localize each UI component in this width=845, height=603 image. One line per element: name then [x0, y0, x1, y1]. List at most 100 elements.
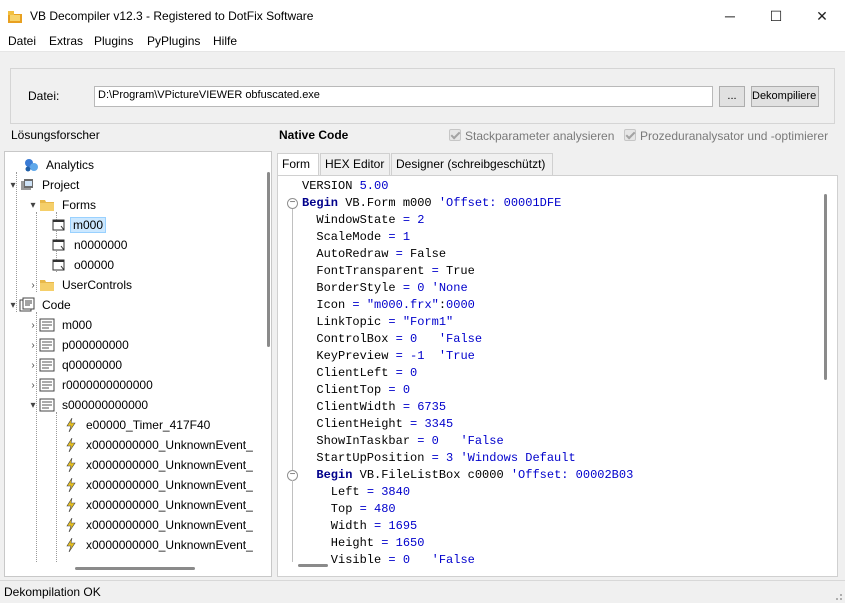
code-line: ControlBox = 0 'False [302, 332, 483, 346]
tree-item-label: s000000000000 [62, 398, 149, 412]
tree-item-form-o00000[interactable]: o00000 [51, 255, 118, 275]
chevron-right-icon[interactable]: › [27, 380, 39, 391]
chevron-down-icon[interactable]: ▾ [27, 400, 39, 411]
proc-analyzer-checkbox[interactable] [624, 129, 636, 141]
code-line: BorderStyle = 0 'None [302, 281, 468, 295]
code-gutter [278, 176, 300, 561]
tree-item-form-n0000000[interactable]: n0000000 [51, 235, 131, 255]
native-code-heading: Native Code [279, 128, 349, 142]
close-button[interactable]: ✕ [799, 0, 845, 32]
menu-pyplugins[interactable]: PyPlugins [147, 34, 200, 48]
file-label: Datei: [28, 89, 60, 103]
tree-item-module-r0000000000000[interactable]: › r0000000000000 [27, 375, 157, 395]
tree-item-event[interactable]: x0000000000_UnknownEvent_ [63, 475, 257, 495]
code-line: Begin VB.Form m000 'Offset: 00001DFE [302, 196, 562, 210]
tree-item-event[interactable]: x0000000000_UnknownEvent_ [63, 435, 257, 455]
menu-plugins[interactable]: Plugins [94, 34, 133, 48]
file-path-field[interactable]: D:\Program\VPictureVIEWER obfuscated.exe [94, 86, 713, 107]
tree-item-label: x0000000000_UnknownEvent_ [86, 458, 253, 472]
code-line: KeyPreview = -1 'True [302, 349, 475, 363]
chevron-right-icon[interactable]: › [27, 340, 39, 351]
code-horizontal-scroll-thumb[interactable] [298, 564, 328, 567]
code-line: Width = 1695 [302, 519, 418, 533]
chevron-down-icon[interactable]: ▾ [7, 300, 19, 311]
resize-grip-icon[interactable] [833, 591, 843, 601]
status-text: Dekompilation OK [4, 585, 101, 599]
code-line: ClientLeft = 0 [302, 366, 418, 380]
code-vertical-scroll-thumb[interactable] [824, 194, 827, 380]
tree-item-module-s000000000000[interactable]: ▾ s000000000000 [27, 395, 152, 415]
code-line: ClientWidth = 6735 [302, 400, 447, 414]
code-line: ClientHeight = 3345 [302, 417, 454, 431]
tree-item-analytics[interactable]: Analytics [11, 155, 98, 175]
tree-item-module-m000[interactable]: › m000 [27, 315, 96, 335]
tree-item-label: n0000000 [74, 238, 128, 252]
stack-params-checkbox[interactable] [449, 129, 461, 141]
tree-item-label: Code [42, 298, 71, 312]
minimize-button[interactable]: ─ [707, 0, 753, 32]
module-icon [39, 317, 55, 333]
window-title: VB Decompiler v12.3 - Registered to DotF… [30, 9, 314, 23]
module-icon [39, 357, 55, 373]
browse-button[interactable]: ... [719, 86, 745, 107]
folder-icon [39, 277, 55, 293]
tree-item-module-p000000000[interactable]: › p000000000 [27, 335, 133, 355]
code-line: Icon = "m000.frx":0000 [302, 298, 475, 312]
maximize-button[interactable]: ☐ [753, 0, 799, 32]
menu-hilfe[interactable]: Hilfe [213, 34, 237, 48]
stack-params-label: Stackparameter analysieren [465, 129, 615, 143]
tree-item-label: e00000_Timer_417F40 [86, 418, 211, 432]
menu-extras[interactable]: Extras [49, 34, 83, 48]
fold-toggle-icon[interactable]: − [287, 198, 298, 209]
chevron-right-icon[interactable]: › [27, 320, 39, 331]
lightning-icon [63, 477, 79, 493]
tab-form[interactable]: Form [277, 153, 319, 176]
code-line: WindowState = 2 [302, 213, 425, 227]
menu-datei[interactable]: Datei [8, 34, 36, 48]
code-line: Left = 3840 [302, 485, 411, 499]
form-icon [51, 237, 67, 253]
tab-hex-editor[interactable]: HEX Editor [320, 153, 390, 175]
tree-item-code[interactable]: ▾ Code [7, 295, 75, 315]
tree-item-form-m000[interactable]: m000 [51, 215, 107, 235]
chevron-right-icon[interactable]: › [27, 360, 39, 371]
tree-item-label: x0000000000_UnknownEvent_ [86, 438, 253, 452]
lightning-icon [63, 497, 79, 513]
project-icon [19, 177, 35, 193]
module-icon [39, 397, 55, 413]
minimize-icon: ─ [725, 8, 735, 24]
tree-item-event[interactable]: x0000000000_UnknownEvent_ [63, 535, 257, 555]
tree-item-project[interactable]: ▾ Project [7, 175, 83, 195]
code-editor[interactable]: − − VERSION 5.00 Begin VB.Form m000 'Offs… [277, 175, 838, 577]
tree-horizontal-scroll-thumb[interactable] [75, 567, 195, 570]
title-bar: VB Decompiler v12.3 - Registered to DotF… [0, 0, 845, 32]
tree-item-label: x0000000000_UnknownEvent_ [86, 498, 253, 512]
tree-item-usercontrols[interactable]: › UserControls [27, 275, 136, 295]
code-line: Height = 1650 [302, 536, 425, 550]
solution-tree[interactable]: Analytics ▾ Project ▾ Forms m000 n000000… [4, 151, 272, 577]
tree-item-event[interactable]: e00000_Timer_417F40 [63, 415, 214, 435]
tree-item-module-q00000000[interactable]: › q00000000 [27, 355, 126, 375]
tree-item-event[interactable]: x0000000000_UnknownEvent_ [63, 495, 257, 515]
tree-item-event[interactable]: x0000000000_UnknownEvent_ [63, 455, 257, 475]
tree-item-label: q00000000 [62, 358, 123, 372]
menu-bar: Datei Extras Plugins PyPlugins Hilfe [0, 32, 845, 52]
proc-analyzer-label: Prozeduranalysator und -optimierer [640, 129, 829, 143]
code-icon [19, 297, 35, 313]
code-line: AutoRedraw = False [302, 247, 447, 261]
tree-item-event[interactable]: x0000000000_UnknownEvent_ [63, 515, 257, 535]
chevron-right-icon[interactable]: › [27, 280, 39, 291]
tree-item-label: Project [42, 178, 80, 192]
chevron-down-icon[interactable]: ▾ [7, 180, 19, 191]
code-line: StartUpPosition = 3 'Windows Default [302, 451, 576, 465]
decompile-button[interactable]: Dekompiliere [751, 86, 819, 107]
lightning-icon [63, 437, 79, 453]
code-line: Top = 480 [302, 502, 396, 516]
file-panel: Datei: D:\Program\VPictureVIEWER obfusca… [10, 68, 835, 124]
tree-scroll-thumb[interactable] [267, 172, 270, 347]
tree-item-forms[interactable]: ▾ Forms [27, 195, 100, 215]
tab-designer[interactable]: Designer (schreibgeschützt) [391, 153, 553, 175]
chevron-down-icon[interactable]: ▾ [27, 200, 39, 211]
tree-vertical-scrollbar[interactable] [263, 152, 271, 562]
solution-explorer-heading: Lösungsforscher [11, 128, 100, 142]
